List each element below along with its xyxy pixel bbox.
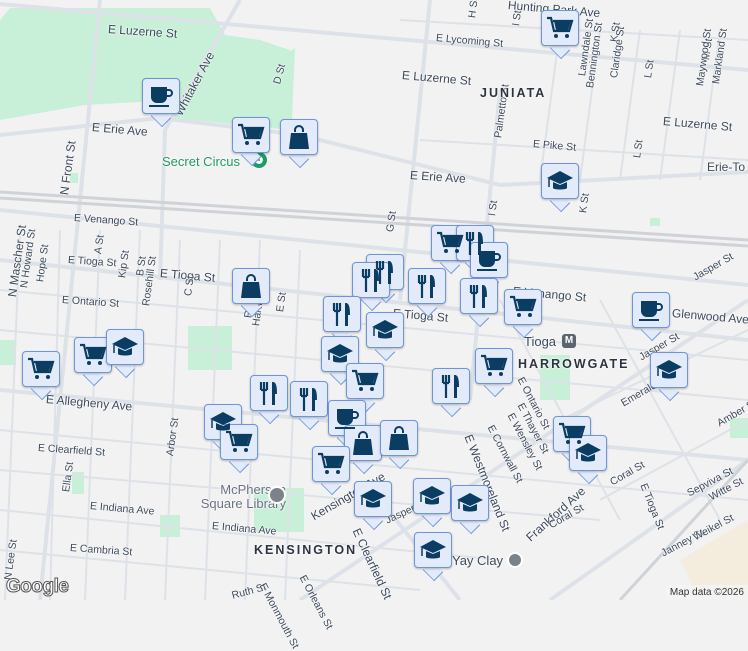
school-icon <box>419 486 445 505</box>
school-icon <box>656 360 682 379</box>
restaurant-marker[interactable] <box>250 375 288 425</box>
road-label: I St <box>486 199 501 217</box>
school-marker[interactable] <box>366 312 404 362</box>
neighborhood-label: KENSINGTON <box>254 543 358 557</box>
grocery-icon <box>481 354 508 376</box>
school-marker[interactable] <box>354 481 392 531</box>
grocery-icon <box>510 295 537 317</box>
school-icon <box>112 337 138 356</box>
cafe-icon <box>477 251 501 271</box>
cafe-icon <box>639 301 663 321</box>
grocery-marker[interactable] <box>232 117 270 167</box>
grocery-marker[interactable] <box>22 351 60 401</box>
restaurant-icon <box>361 269 379 292</box>
restaurant-marker[interactable] <box>290 381 328 431</box>
grocery-icon <box>437 231 464 253</box>
grocery-marker[interactable] <box>312 446 350 496</box>
poi-label-yay-clay[interactable]: Yay Clay <box>452 553 503 568</box>
school-icon <box>372 320 398 339</box>
restaurant-icon <box>469 285 487 308</box>
grocery-marker[interactable] <box>74 337 112 387</box>
shopping-icon <box>353 431 373 455</box>
library-icon[interactable] <box>268 486 286 504</box>
school-marker[interactable] <box>414 532 452 582</box>
restaurant-marker[interactable] <box>432 368 470 418</box>
road-label: L St <box>642 59 657 79</box>
poi-label-secret-circus[interactable]: Secret Circus <box>162 154 240 169</box>
grocery-icon <box>352 369 379 391</box>
cafe-icon <box>335 409 359 429</box>
grocery-icon <box>547 16 574 38</box>
grocery-marker[interactable] <box>504 289 542 339</box>
restaurant-icon <box>441 375 459 398</box>
cafe-marker[interactable] <box>632 292 670 342</box>
grocery-icon <box>318 452 345 474</box>
restaurant-marker[interactable] <box>408 268 446 318</box>
school-marker[interactable] <box>569 435 607 485</box>
school-icon <box>420 540 446 559</box>
school-icon <box>547 171 573 190</box>
school-icon <box>457 493 483 512</box>
neighborhood-label: JUNIATA <box>480 86 547 100</box>
restaurant-icon <box>299 388 317 411</box>
school-marker[interactable] <box>106 329 144 379</box>
shopping-marker[interactable] <box>280 119 318 169</box>
shopping-marker[interactable] <box>380 420 418 470</box>
school-icon <box>360 489 386 508</box>
grocery-marker[interactable] <box>541 10 579 60</box>
road-label: L St <box>631 139 646 159</box>
grocery-marker[interactable] <box>475 348 513 398</box>
grocery-icon <box>28 357 55 379</box>
school-place-icon[interactable] <box>507 552 523 568</box>
cafe-icon <box>149 87 173 107</box>
road-label: I St <box>510 9 525 27</box>
shopping-marker[interactable] <box>232 268 270 318</box>
school-marker[interactable] <box>541 163 579 213</box>
cafe-marker[interactable] <box>142 78 180 128</box>
school-icon <box>575 443 601 462</box>
shopping-icon <box>389 426 409 450</box>
metro-station-icon[interactable]: M <box>562 334 576 348</box>
grocery-icon <box>238 123 265 145</box>
shopping-icon <box>289 125 309 149</box>
road-label: Erie-To <box>707 160 746 174</box>
shopping-icon <box>241 274 261 298</box>
school-marker[interactable] <box>451 485 489 535</box>
restaurant-icon <box>417 275 435 298</box>
restaurant-icon <box>259 382 277 405</box>
grocery-icon <box>226 430 253 452</box>
restaurant-marker[interactable] <box>460 278 498 328</box>
map-attribution[interactable]: Map data ©2026 <box>665 585 748 600</box>
school-marker[interactable] <box>650 352 688 402</box>
grocery-icon <box>80 343 107 365</box>
neighborhood-label: HARROWGATE <box>518 357 630 371</box>
school-icon <box>327 344 353 363</box>
school-marker[interactable] <box>413 478 451 528</box>
google-logo: Google <box>5 576 69 598</box>
restaurant-icon <box>332 303 350 326</box>
grocery-marker[interactable] <box>220 424 258 474</box>
